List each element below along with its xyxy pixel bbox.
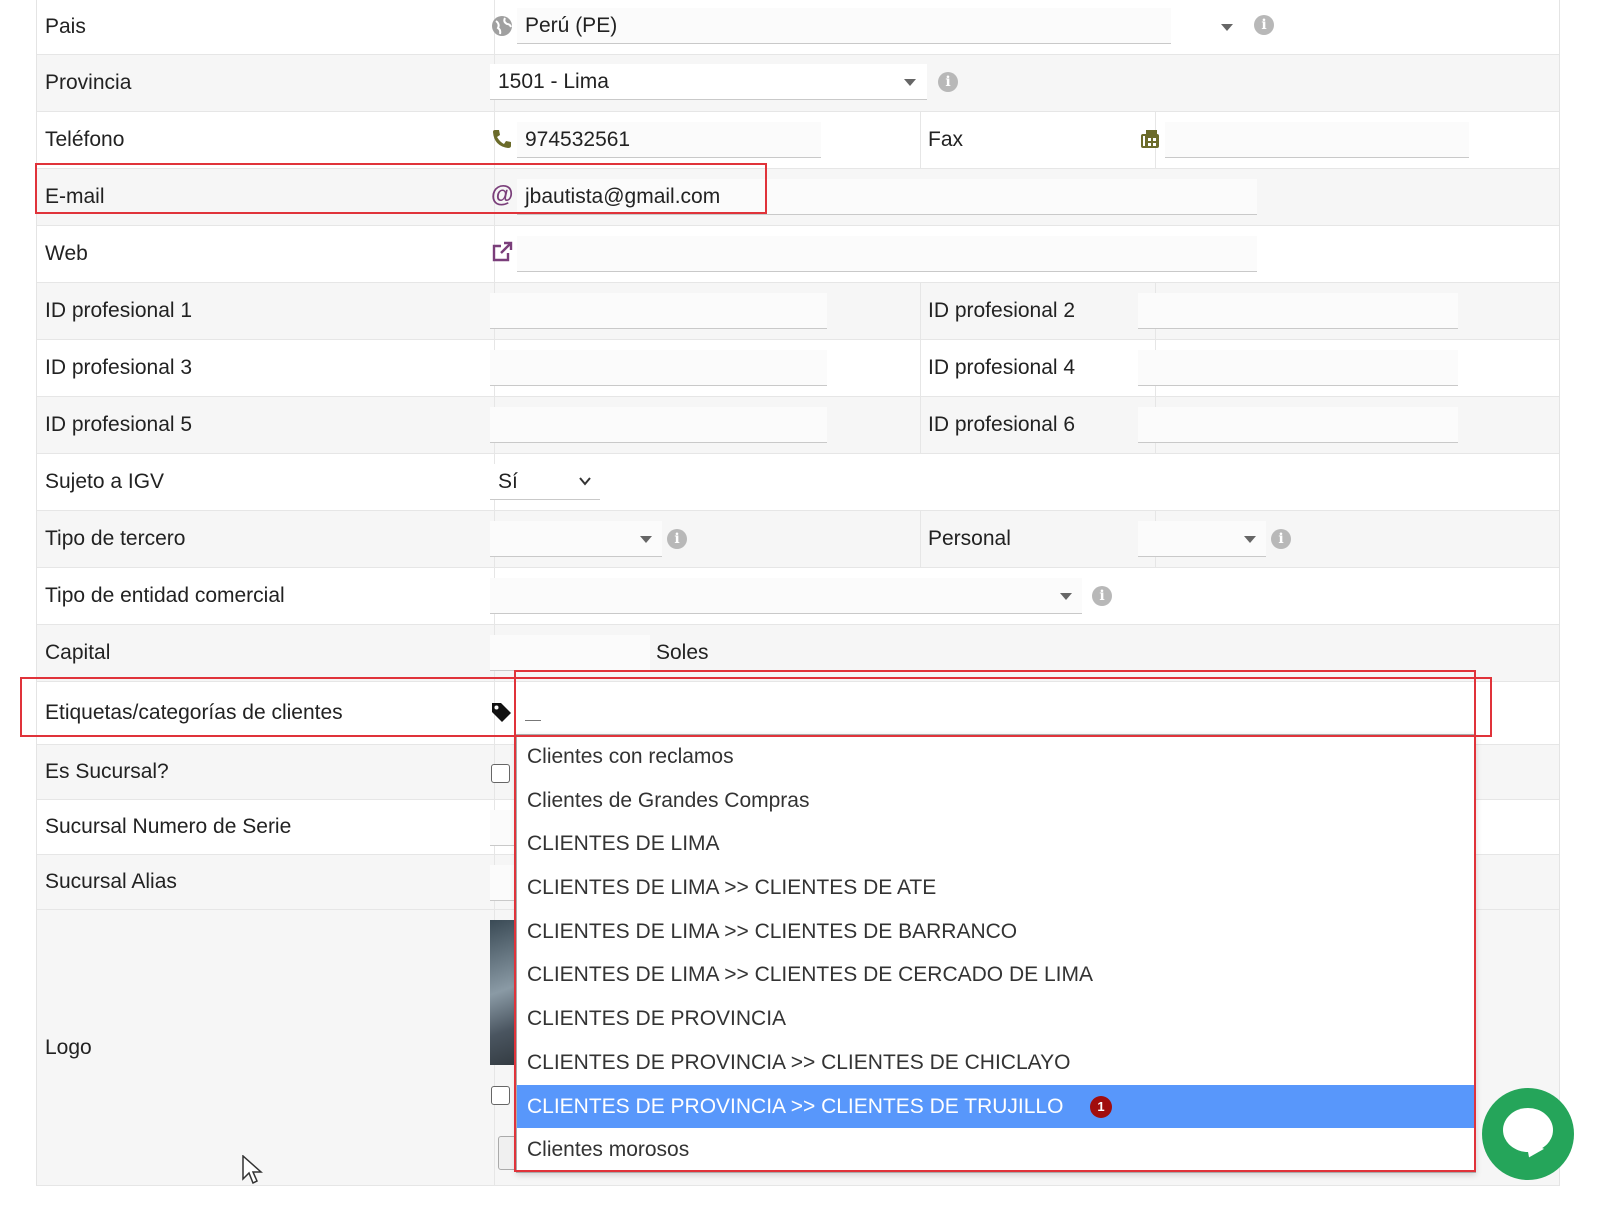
tipo-tercero-info-icon[interactable]: i <box>667 529 687 549</box>
provincia-select[interactable]: 1501 - Lima <box>490 64 927 100</box>
row-idprof-3-4: ID profesional 3 ID profesional 4 <box>37 340 1559 397</box>
globe-icon <box>491 15 513 41</box>
row-idprof-5-6: ID profesional 5 ID profesional 6 <box>37 397 1559 454</box>
step-badge: 1 <box>1090 1095 1112 1118</box>
chevron-down-icon <box>578 470 592 494</box>
dropdown-option[interactable]: Clientes de Grandes Compras <box>517 779 1475 823</box>
idprof5-label: ID profesional 5 <box>45 413 193 436</box>
dropdown-option[interactable]: Clientes morosos <box>517 1128 1475 1172</box>
tipo-tercero-label: Tipo de tercero <box>45 527 186 550</box>
pais-label: Pais <box>45 15 86 38</box>
personal-info-icon[interactable]: i <box>1271 529 1291 549</box>
dropdown-option[interactable]: CLIENTES DE LIMA >> CLIENTES DE BARRANCO <box>517 910 1475 954</box>
igv-label: Sujeto a IGV <box>45 470 165 493</box>
row-igv: Sujeto a IGV Sí <box>37 454 1559 511</box>
dropdown-option[interactable]: CLIENTES DE PROVINCIA >> CLIENTES DE CHI… <box>517 1041 1475 1085</box>
web-label: Web <box>45 242 88 265</box>
text-cursor <box>525 720 541 721</box>
row-capital: Capital Soles <box>37 625 1559 682</box>
etiquetas-dropdown-list: Clientes con reclamos Clientes de Grande… <box>516 734 1476 1173</box>
pais-info-icon[interactable]: i <box>1254 15 1274 35</box>
at-sign-icon: @ <box>491 181 514 207</box>
tag-icon <box>490 701 512 727</box>
fax-label: Fax <box>928 128 964 151</box>
idprof2-label: ID profesional 2 <box>928 299 1076 322</box>
pais-select[interactable]: Perú (PE) <box>517 8 1171 44</box>
email-label: E-mail <box>45 185 105 208</box>
row-email: E-mail @ jbautista@gmail.com <box>37 169 1559 226</box>
tipo-entidad-caret-icon <box>1060 593 1072 600</box>
personal-select[interactable] <box>1138 521 1266 557</box>
idprof4-input[interactable] <box>1138 350 1458 386</box>
provincia-label: Provincia <box>45 71 132 94</box>
provincia-caret-icon <box>904 79 916 86</box>
row-idprof-1-2: ID profesional 1 ID profesional 2 <box>37 283 1559 340</box>
igv-select[interactable]: Sí <box>490 464 600 500</box>
phone-icon <box>491 128 513 154</box>
dropdown-option[interactable]: CLIENTES DE LIMA <box>517 822 1475 866</box>
tipo-tercero-caret-icon <box>640 536 652 543</box>
dropdown-option[interactable]: CLIENTES DE LIMA >> CLIENTES DE ATE <box>517 866 1475 910</box>
fax-input[interactable] <box>1165 122 1469 158</box>
dropdown-option[interactable]: Clientes con reclamos <box>517 735 1475 779</box>
mouse-pointer-icon <box>242 1154 264 1191</box>
dropdown-option[interactable]: CLIENTES DE LIMA >> CLIENTES DE CERCADO … <box>517 953 1475 997</box>
row-pais: Pais Perú (PE) i <box>37 0 1559 55</box>
tipo-entidad-select[interactable] <box>490 578 1082 614</box>
idprof5-input[interactable] <box>490 407 827 443</box>
etiquetas-label: Etiquetas/categorías de clientes <box>45 701 343 724</box>
idprof2-input[interactable] <box>1138 293 1458 329</box>
idprof3-label: ID profesional 3 <box>45 356 193 379</box>
provincia-info-icon[interactable]: i <box>938 72 958 92</box>
telefono-label: Teléfono <box>45 128 125 151</box>
idprof6-label: ID profesional 6 <box>928 413 1076 436</box>
dropdown-option[interactable]: CLIENTES DE PROVINCIA <box>517 997 1475 1041</box>
row-provincia: Provincia 1501 - Lima i <box>37 55 1559 112</box>
sucursal-label: Es Sucursal? <box>45 760 169 783</box>
row-web: Web <box>37 226 1559 283</box>
tipo-entidad-info-icon[interactable]: i <box>1092 586 1112 606</box>
external-link-icon <box>491 241 513 267</box>
sucursal-alias-label: Sucursal Alias <box>45 870 177 893</box>
pais-caret-icon[interactable] <box>1221 24 1233 31</box>
row-telefono: Teléfono 974532561 Fax <box>37 112 1559 169</box>
row-tipo-tercero: Tipo de tercero i Personal i <box>37 511 1559 568</box>
fax-icon <box>1139 128 1161 154</box>
sucursal-serie-label: Sucursal Numero de Serie <box>45 815 292 838</box>
idprof6-input[interactable] <box>1138 407 1458 443</box>
email-input[interactable]: jbautista@gmail.com <box>517 179 1257 215</box>
logo-delete-checkbox[interactable] <box>491 1086 510 1105</box>
telefono-input[interactable]: 974532561 <box>517 122 821 158</box>
tipo-tercero-select[interactable] <box>490 521 662 557</box>
logo-label: Logo <box>45 1035 92 1059</box>
personal-caret-icon <box>1244 536 1256 543</box>
personal-label: Personal <box>928 527 1011 550</box>
sucursal-checkbox[interactable] <box>491 764 510 783</box>
capital-currency: Soles <box>656 641 709 664</box>
idprof3-input[interactable] <box>490 350 827 386</box>
dropdown-option-highlighted[interactable]: CLIENTES DE PROVINCIA >> CLIENTES DE TRU… <box>517 1084 1475 1129</box>
tipo-entidad-label: Tipo de entidad comercial <box>45 584 285 607</box>
idprof1-input[interactable] <box>490 293 827 329</box>
chat-widget-button[interactable] <box>1482 1088 1574 1180</box>
idprof1-label: ID profesional 1 <box>45 299 193 322</box>
idprof4-label: ID profesional 4 <box>928 356 1076 379</box>
capital-label: Capital <box>45 641 111 664</box>
web-input[interactable] <box>517 236 1257 272</box>
row-tipo-entidad: Tipo de entidad comercial i <box>37 568 1559 625</box>
capital-input[interactable] <box>490 635 650 671</box>
dropdown-option-label: CLIENTES DE PROVINCIA >> CLIENTES DE TRU… <box>527 1094 1064 1118</box>
